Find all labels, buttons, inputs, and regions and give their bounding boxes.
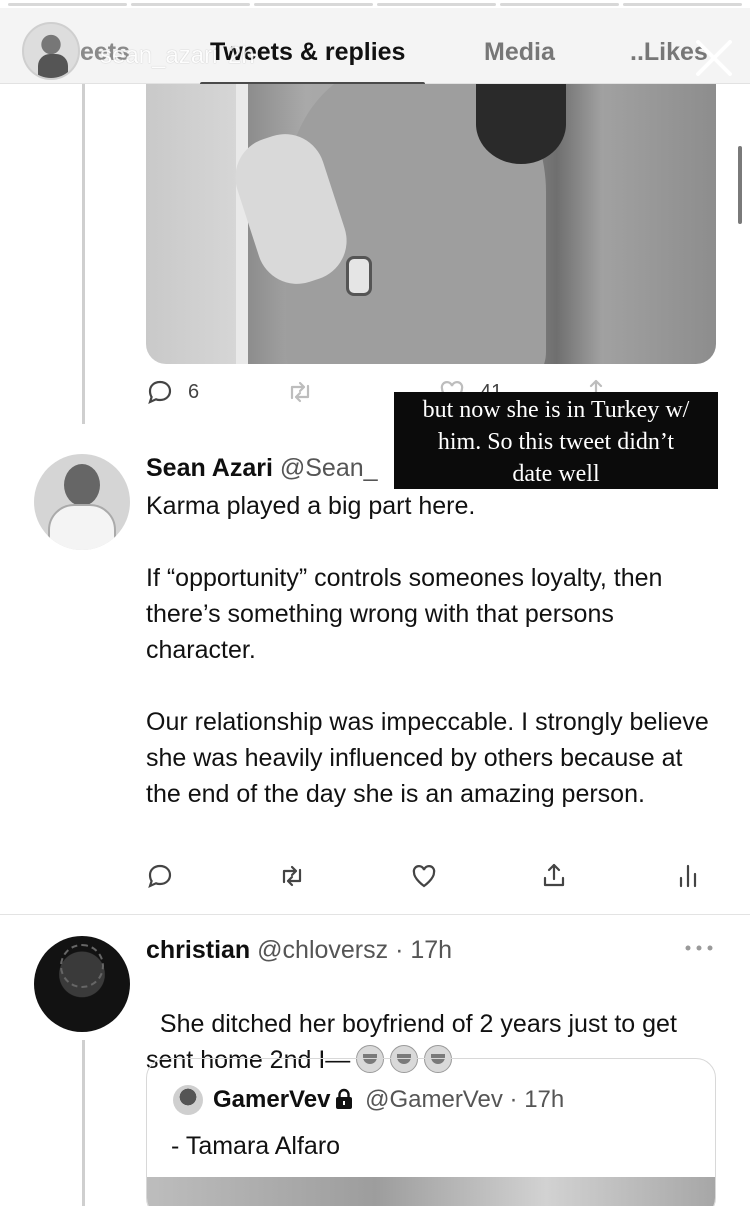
- quoted-tweet-header: GamerVev @GamerVev · 17h: [213, 1085, 564, 1115]
- reply-icon: [148, 864, 172, 889]
- profile-tab-bar: eets Tweets & replies Media ..Likes sean…: [0, 8, 750, 86]
- scrollbar-thumb[interactable]: [738, 146, 742, 224]
- tweet-timestamp[interactable]: 17h: [410, 936, 452, 964]
- tweet-text: Karma played a big part here. If “opport…: [146, 492, 709, 808]
- story-progress-segment: [377, 3, 496, 6]
- avatar[interactable]: [34, 936, 130, 1032]
- retweet-action[interactable]: [278, 862, 306, 890]
- story-progress-segment: [8, 3, 127, 6]
- analytics-action[interactable]: [674, 862, 702, 890]
- tab-likes-prefix: ..: [630, 38, 644, 66]
- tweet-media-image[interactable]: [146, 84, 716, 364]
- reply-icon: [148, 380, 172, 405]
- heart-icon: [412, 865, 436, 888]
- more-icon[interactable]: [684, 944, 714, 952]
- avatar-halo: [60, 944, 104, 988]
- share-icon: [543, 863, 565, 887]
- story-progress-bar: [0, 0, 750, 8]
- meta-separator: ·: [509, 1086, 518, 1113]
- author-handle[interactable]: @Sean_: [280, 454, 378, 482]
- thread-connector: [82, 84, 85, 424]
- like-action[interactable]: [410, 862, 438, 890]
- quoted-tweet-image: [147, 1177, 715, 1206]
- close-icon[interactable]: [692, 36, 736, 80]
- tab-media[interactable]: Media: [484, 38, 555, 67]
- author-name[interactable]: Sean Azari: [146, 454, 273, 482]
- author-name[interactable]: christian: [146, 936, 250, 964]
- avatar: [173, 1085, 203, 1115]
- annotation-text: but now she is in Turkey w/ him. So this…: [422, 397, 690, 487]
- thread-connector: [82, 1040, 85, 1206]
- tweet-header: Sean Azari @Sean_: [146, 452, 378, 484]
- story-text-annotation: but now she is in Turkey w/ him. So this…: [394, 392, 718, 489]
- tweet-actions: [146, 862, 716, 902]
- story-timestamp: 2h: [228, 42, 255, 69]
- quoted-tweet-card[interactable]: GamerVev @GamerVev · 17h - Tamara Alfaro: [146, 1058, 716, 1206]
- reply-action[interactable]: [146, 862, 174, 890]
- quoted-author-handle: @GamerVev: [365, 1086, 503, 1113]
- story-progress-segment: [254, 3, 373, 6]
- photo-hair: [476, 84, 566, 164]
- story-username[interactable]: sean_azari: [100, 42, 217, 70]
- story-progress-segment: [500, 3, 619, 6]
- avatar[interactable]: [34, 454, 130, 550]
- quoted-tweet-text: - Tamara Alfaro: [171, 1132, 341, 1160]
- story-progress-segment: [131, 3, 250, 6]
- share-action[interactable]: [540, 862, 568, 890]
- retweet-action[interactable]: [286, 378, 314, 406]
- retweet-icon: [282, 865, 302, 887]
- meta-separator: ·: [395, 936, 404, 964]
- avatar-shirt: [48, 504, 116, 550]
- story-avatar[interactable]: [22, 22, 80, 80]
- story-progress-segment: [623, 3, 742, 6]
- photo-wall: [236, 84, 248, 364]
- photo-watch: [346, 256, 372, 296]
- reply-action[interactable]: 6: [146, 378, 199, 406]
- lock-icon: [336, 1088, 353, 1109]
- analytics-icon: [679, 864, 697, 888]
- tweet-header: christian @chloversz · 17h: [146, 934, 452, 966]
- reply-count: 6: [188, 380, 200, 403]
- avatar-face: [64, 464, 100, 506]
- tweet-divider: [0, 914, 750, 915]
- quoted-tweet-timestamp: 17h: [524, 1086, 565, 1113]
- author-handle[interactable]: @chloversz: [257, 936, 388, 964]
- retweet-icon: [290, 381, 310, 403]
- quoted-author-name: GamerVev: [213, 1086, 331, 1113]
